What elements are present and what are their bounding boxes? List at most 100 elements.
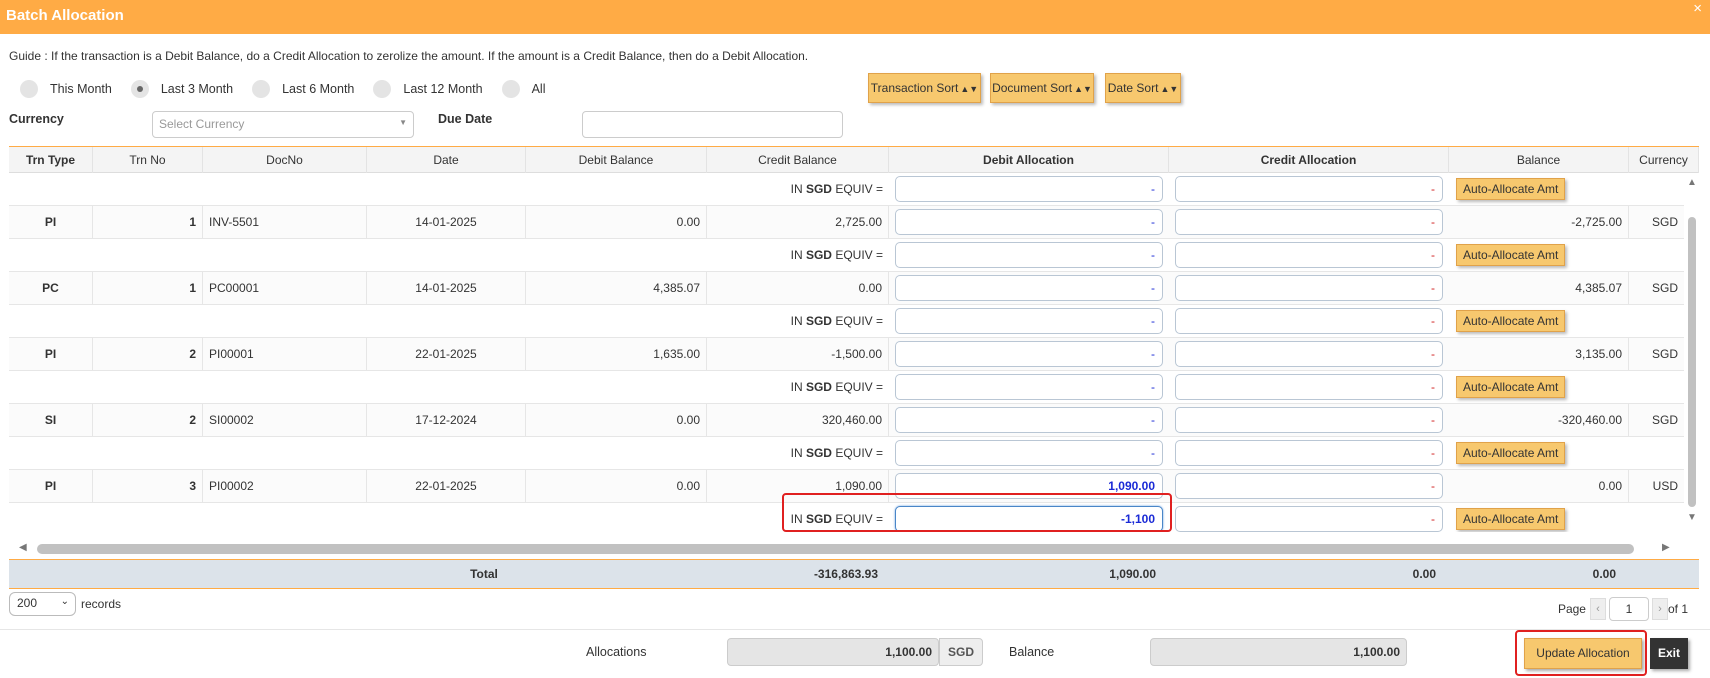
column-header[interactable]: Trn No	[93, 147, 203, 173]
equiv-credit-allocation-input[interactable]: -	[1175, 176, 1443, 202]
credit-allocation-input[interactable]: -	[1175, 275, 1443, 301]
transaction-sort-button[interactable]: Transaction Sort ▲▼	[868, 73, 981, 103]
trn-no-cell: 2	[93, 404, 203, 436]
equiv-debit-allocation-input[interactable]: -	[895, 308, 1163, 334]
scroll-down-icon[interactable]: ▼	[1687, 512, 1697, 523]
balance-cell: -2,725.00	[1449, 206, 1629, 238]
total-credit-allocation: 0.00	[1412, 567, 1436, 581]
date-sort-button[interactable]: Date Sort ▲▼	[1105, 73, 1181, 103]
credit-allocation-input[interactable]: -	[1175, 473, 1443, 499]
due-date-input[interactable]	[582, 111, 843, 138]
radio-label: All	[531, 82, 546, 96]
date-cell: 17-12-2024	[367, 404, 526, 436]
total-debit-allocation: 1,090.00	[1109, 567, 1156, 581]
horizontal-scrollbar[interactable]: ◀ ▶	[9, 541, 1674, 557]
equiv-label: IN SGD EQUIV =	[707, 305, 883, 337]
sort-icon: ▲▼	[1160, 84, 1179, 94]
debit-allocation-input[interactable]: -	[895, 275, 1163, 301]
equiv-credit-allocation-input[interactable]: -	[1175, 374, 1443, 400]
trn-type-cell: SI	[9, 404, 93, 436]
prev-page-icon[interactable]: ‹	[1589, 598, 1606, 620]
column-header[interactable]: Debit Balance	[526, 147, 707, 173]
equiv-credit-allocation-input[interactable]: -	[1175, 308, 1443, 334]
period-radio-all[interactable]: All	[501, 80, 546, 98]
debit-allocation-input[interactable]: -	[895, 341, 1163, 367]
currency-cell: SGD	[1651, 281, 1678, 295]
radio-label: Last 12 Month	[403, 82, 483, 96]
credit-allocation-input[interactable]: -	[1175, 341, 1443, 367]
page-count: of 1	[1667, 602, 1688, 616]
chevron-down-icon: ▼	[399, 118, 407, 127]
period-radio-this-month[interactable]: This Month	[20, 80, 112, 98]
auto-allocate-button[interactable]: Auto-Allocate Amt	[1456, 508, 1566, 530]
scroll-left-icon[interactable]: ◀	[19, 542, 27, 553]
equiv-credit-allocation-input[interactable]: -	[1175, 242, 1443, 268]
balance-cell: 0.00	[1449, 470, 1629, 502]
equiv-prefix: IN	[790, 446, 803, 460]
chevron-down-icon: ⌄	[60, 596, 69, 607]
debit-balance-cell: 4,385.07	[526, 272, 707, 304]
debit-allocation-input[interactable]: -	[895, 407, 1163, 433]
debit-allocation-input[interactable]: -	[895, 209, 1163, 235]
currency-select[interactable]: Select Currency ▼	[152, 111, 414, 138]
period-radio-last-6-month[interactable]: Last 6 Month	[252, 80, 354, 98]
table-row: PI 1 INV-5501 14-01-2025 0.00 2,725.00- - -2,72…	[9, 206, 1684, 239]
equiv-credit-allocation-input[interactable]: -	[1175, 440, 1443, 466]
equiv-debit-allocation-input[interactable]: -	[895, 440, 1163, 466]
radio-circle-icon	[501, 80, 520, 98]
column-header[interactable]: Trn Type	[9, 147, 93, 173]
trn-no-cell: 1	[93, 206, 203, 238]
period-radio-last-3-month[interactable]: Last 3 Month	[130, 80, 233, 98]
exit-button[interactable]: Exit	[1650, 638, 1688, 669]
scroll-right-icon[interactable]: ▶	[1662, 542, 1670, 553]
equiv-debit-allocation-input[interactable]: -	[895, 374, 1163, 400]
total-credit-balance: -316,863.93	[813, 567, 878, 581]
column-header[interactable]: Credit Allocation	[1169, 147, 1449, 173]
allocations-label: Allocations	[586, 645, 647, 659]
allocations-currency: SGD	[939, 638, 983, 666]
column-header[interactable]: Date	[367, 147, 526, 173]
date-cell: 14-01-2025	[367, 206, 526, 238]
period-radio-last-12-month[interactable]: Last 12 Month	[373, 80, 483, 98]
debit-balance-cell: 0.00	[526, 470, 707, 502]
grid-header: Trn Type Trn No DocNo Date Debit Balance Cred…	[9, 147, 1699, 173]
records-select[interactable]: 200 ⌄	[9, 592, 76, 616]
column-header[interactable]: Credit Balance	[707, 147, 889, 173]
auto-allocate-button[interactable]: Auto-Allocate Amt	[1456, 310, 1566, 332]
balance-label: Balance	[1009, 645, 1055, 659]
totals-row: Total -316,863.93 1,090.00 0.00 0.00	[9, 559, 1699, 589]
column-header[interactable]: Balance	[1449, 147, 1629, 173]
currency-cell: SGD	[1651, 413, 1678, 427]
debit-balance-cell: 1,635.00	[526, 338, 707, 370]
scroll-up-icon[interactable]: ▲	[1687, 177, 1697, 188]
column-header[interactable]: Currency	[1629, 147, 1699, 173]
docno-cell: SI00002	[203, 404, 367, 436]
balance-cell: 4,385.07	[1449, 272, 1629, 304]
balance-cell: 3,135.00	[1449, 338, 1629, 370]
credit-allocation-input[interactable]: -	[1175, 209, 1443, 235]
equiv-debit-allocation-input[interactable]: -	[895, 242, 1163, 268]
equiv-prefix: IN	[790, 248, 803, 262]
credit-allocation-input[interactable]: -	[1175, 407, 1443, 433]
column-header[interactable]: DocNo	[203, 147, 367, 173]
auto-allocate-button[interactable]: Auto-Allocate Amt	[1456, 442, 1566, 464]
records-per-page: 200 ⌄ records	[9, 592, 121, 616]
close-icon[interactable]: ×	[1693, 0, 1702, 17]
page-number-input[interactable]: 1	[1608, 597, 1649, 621]
scroll-thumb[interactable]	[1688, 217, 1696, 507]
period-radio-group: This Month Last 3 Month Last 6 Month Last 1…	[20, 80, 565, 98]
currency-cell: USD	[1652, 479, 1678, 493]
equiv-currency: SGD	[805, 182, 832, 196]
column-header[interactable]: Debit Allocation	[889, 147, 1169, 173]
equiv-currency: SGD	[805, 314, 832, 328]
equiv-label: IN SGD EQUIV =	[707, 371, 883, 403]
document-sort-button[interactable]: Document Sort ▲▼	[990, 73, 1094, 103]
vertical-scrollbar[interactable]: ▲ ▼	[1685, 173, 1699, 532]
equiv-credit-allocation-input[interactable]: -	[1175, 506, 1443, 532]
scroll-thumb[interactable]	[37, 544, 1634, 554]
equiv-debit-allocation-input[interactable]: -	[895, 176, 1163, 202]
next-page-icon[interactable]: ›	[1651, 598, 1668, 620]
auto-allocate-button[interactable]: Auto-Allocate Amt	[1456, 178, 1566, 200]
auto-allocate-button[interactable]: Auto-Allocate Amt	[1456, 376, 1566, 398]
auto-allocate-button[interactable]: Auto-Allocate Amt	[1456, 244, 1566, 266]
